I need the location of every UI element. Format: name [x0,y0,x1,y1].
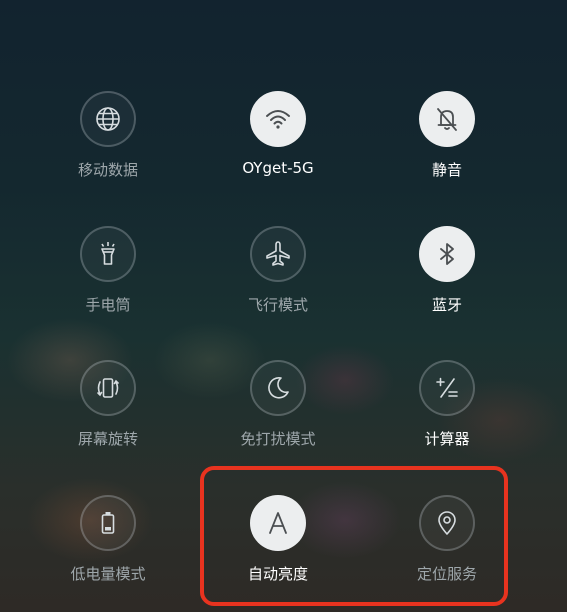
toggle-location-services[interactable]: 定位服务 [372,495,522,605]
airplane-icon [250,226,306,282]
toggle-mobile-data[interactable]: 移动数据 [33,91,183,201]
toggle-label: 手电筒 [85,296,131,314]
toggle-label: 免打扰模式 [240,430,316,448]
toggle-label: 移动数据 [77,161,138,179]
toggle-label: 定位服务 [416,565,477,583]
toggle-label: 低电量模式 [70,565,146,583]
wifi-icon [250,91,306,147]
toggle-label: 蓝牙 [431,296,462,314]
toggle-label: 屏幕旋转 [77,430,138,448]
location-pin-icon [419,495,475,551]
toggle-label: OYget-5G [242,159,314,177]
bluetooth-icon [419,226,475,282]
toggle-airplane-mode[interactable]: 飞行模式 [203,226,353,336]
toggle-auto-brightness[interactable]: 自动亮度 [203,495,353,605]
toggle-screen-rotation[interactable]: 屏幕旋转 [33,360,183,470]
calculator-icon [419,360,475,416]
quick-settings-grid: 移动数据 OYget-5G 静音 手电筒 飞行模式 蓝牙 屏幕旋转 免打扰模式 … [0,0,567,612]
globe-icon [80,91,136,147]
toggle-low-power-mode[interactable]: 低电量模式 [33,495,183,605]
toggle-silent[interactable]: 静音 [372,91,522,201]
toggle-label: 飞行模式 [247,296,308,314]
flashlight-icon [80,226,136,282]
bell-muted-icon [419,91,475,147]
toggle-bluetooth[interactable]: 蓝牙 [372,226,522,336]
moon-icon [250,360,306,416]
auto-brightness-icon [250,495,306,551]
toggle-label: 静音 [431,161,462,179]
toggle-wifi[interactable]: OYget-5G [203,91,353,201]
battery-icon [80,495,136,551]
screen-rotate-icon [80,360,136,416]
toggle-flashlight[interactable]: 手电筒 [33,226,183,336]
toggle-label: 计算器 [424,430,470,448]
toggle-label: 自动亮度 [247,565,308,583]
toggle-do-not-disturb[interactable]: 免打扰模式 [203,360,353,470]
toggle-calculator[interactable]: 计算器 [372,360,522,470]
